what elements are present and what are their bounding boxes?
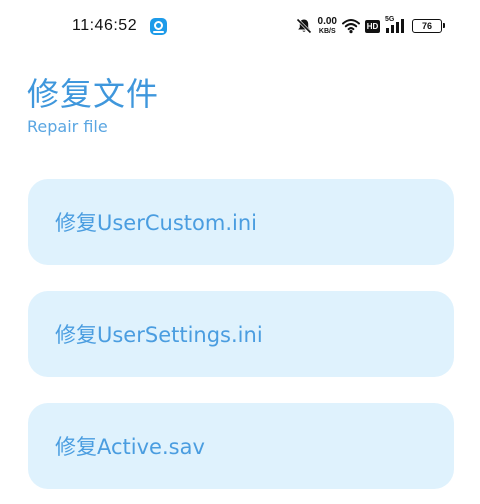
signal-5g-icon: 5G (385, 16, 407, 34)
page-subtitle: Repair file (27, 117, 108, 136)
repair-usercustom-button[interactable]: 修复UserCustom.ini (28, 179, 454, 265)
net-speed-value: 0.00 (317, 16, 337, 27)
mute-bell-icon (295, 18, 312, 34)
status-time: 11:46:52 (72, 17, 138, 34)
status-bar: 11:46:52 0.00 KB/S HD 5G 76 (0, 0, 480, 56)
repair-usercustom-label: 修复UserCustom.ini (55, 211, 257, 235)
wifi-icon (342, 19, 360, 34)
repair-usersettings-label: 修复UserSettings.ini (55, 323, 263, 347)
net-speed-unit: KB/S (318, 28, 336, 35)
repair-usersettings-button[interactable]: 修复UserSettings.ini (28, 291, 454, 377)
net-speed: 0.00 KB/S (317, 16, 337, 36)
app-badge-icon (150, 18, 167, 35)
page-title: 修复文件 (27, 75, 160, 113)
battery-icon: 76 (412, 19, 445, 33)
battery-level: 76 (421, 21, 432, 31)
repair-active-sav-label: 修复Active.sav (55, 435, 205, 459)
repair-active-sav-button[interactable]: 修复Active.sav (28, 403, 454, 489)
hd-icon: HD (365, 19, 380, 33)
status-icons: 0.00 KB/S HD 5G 76 (295, 15, 445, 37)
